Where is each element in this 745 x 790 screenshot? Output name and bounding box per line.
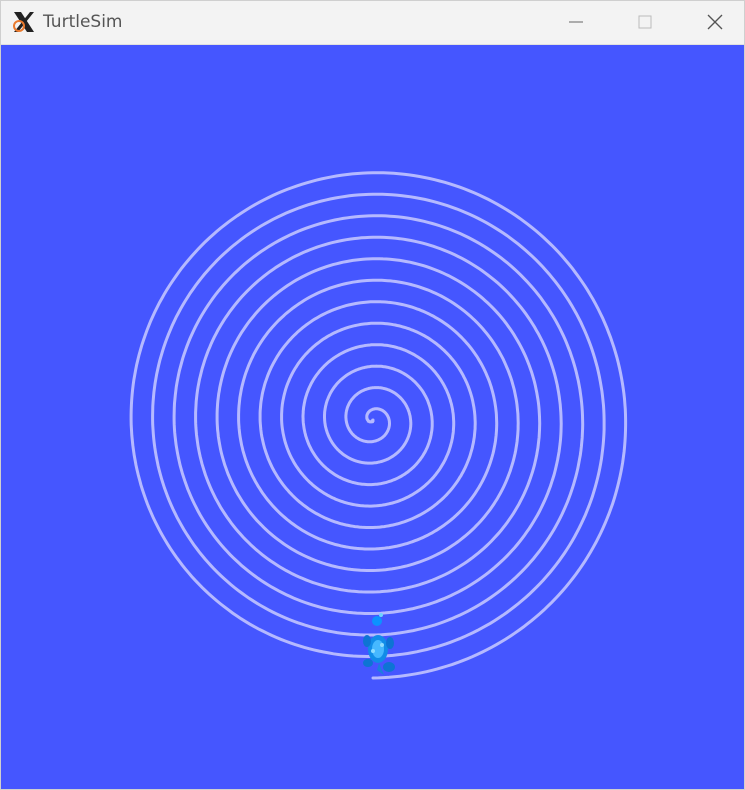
window-title: TurtleSim [43,12,123,32]
titlebar[interactable]: TurtleSim [1,1,744,45]
spiral-trail [129,171,628,680]
minimize-icon [569,21,583,23]
xorg-x-icon [13,12,34,32]
maximize-icon [638,15,652,29]
turtlesim-window: TurtleSim [0,0,745,790]
close-icon [707,14,723,30]
close-button[interactable] [685,1,744,43]
maximize-button[interactable] [615,1,675,43]
turtle-icon [363,613,395,675]
minimize-button[interactable] [546,1,606,43]
